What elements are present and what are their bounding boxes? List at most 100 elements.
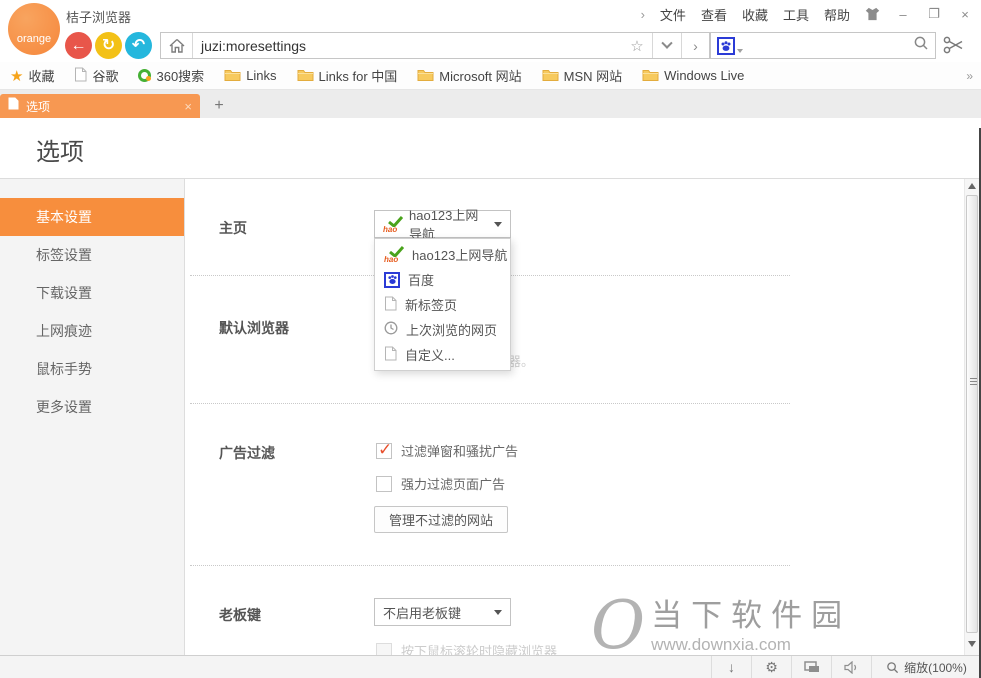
- home-icon[interactable]: [161, 33, 193, 58]
- bookmark-folder-msn[interactable]: MSN 网站: [542, 66, 623, 85]
- url-text[interactable]: juzi:moresettings: [193, 33, 622, 58]
- divider: [190, 565, 790, 566]
- hao123-icon: hao: [383, 216, 403, 233]
- content-area: 基本设置 标签设置 下载设置 上网痕迹 鼠标手势 更多设置 主页 hao hao…: [0, 179, 981, 655]
- bookmark-folder-windows-live[interactable]: Windows Live: [642, 68, 744, 84]
- bookmark-google[interactable]: 谷歌: [74, 66, 118, 85]
- default-browser-label: 默认浏览器: [219, 318, 289, 338]
- undo-close-button[interactable]: ↶: [125, 32, 152, 59]
- skin-shirt-icon[interactable]: [865, 7, 880, 21]
- search-icon[interactable]: [913, 35, 929, 56]
- download-icon[interactable]: ↓: [711, 656, 751, 678]
- vertical-scrollbar[interactable]: [964, 179, 979, 655]
- address-bar[interactable]: juzi:moresettings ☆ ›: [160, 32, 710, 59]
- hao123-icon: hao: [384, 246, 404, 263]
- clock-icon: [384, 321, 398, 338]
- dropdown-option-custom[interactable]: 自定义...: [375, 342, 510, 367]
- menu-favorites[interactable]: 收藏: [742, 5, 768, 24]
- maximize-icon[interactable]: ❐: [926, 6, 942, 22]
- folder-icon: [224, 68, 241, 84]
- bookmark-favorites[interactable]: ★ 收藏: [10, 66, 54, 85]
- page-icon: [384, 296, 397, 314]
- homepage-select[interactable]: hao hao123上网导航: [374, 210, 511, 238]
- tab-close-icon[interactable]: ×: [184, 99, 192, 114]
- folder-icon: [297, 68, 314, 84]
- window-title: 桔子浏览器: [66, 7, 131, 26]
- toolbar: ← ↻ ↶ juzi:moresettings ☆ ›: [0, 28, 981, 62]
- page-icon: [74, 67, 87, 85]
- dropdown-option-lastpage[interactable]: 上次浏览的网页: [375, 317, 510, 342]
- bookmark-folder-links-china[interactable]: Links for 中国: [297, 66, 398, 85]
- sidebar-item-traces[interactable]: 上网痕迹: [0, 312, 184, 350]
- magnifier-icon: [886, 661, 899, 674]
- gear-icon[interactable]: ⚙: [751, 656, 791, 678]
- bookmark-star-icon[interactable]: ☆: [622, 33, 652, 58]
- caret-down-icon: [494, 610, 502, 615]
- bookmarks-overflow-icon[interactable]: »: [966, 69, 973, 83]
- refresh-button[interactable]: ↻: [95, 32, 122, 59]
- bookmark-folder-microsoft[interactable]: Microsoft 网站: [417, 66, 521, 85]
- scroll-down-icon[interactable]: [968, 641, 976, 647]
- url-dropdown-icon[interactable]: [652, 33, 681, 58]
- menu-view[interactable]: 查看: [701, 5, 727, 24]
- search-input[interactable]: [710, 32, 936, 59]
- caret-down-icon: [494, 222, 502, 227]
- back-button[interactable]: ←: [65, 32, 92, 59]
- force-filter-checkbox[interactable]: 强力过滤页面广告: [376, 474, 505, 493]
- speaker-icon[interactable]: [831, 656, 871, 678]
- sidebar-item-tabs[interactable]: 标签设置: [0, 236, 184, 274]
- menu-file[interactable]: 文件: [660, 5, 686, 24]
- new-tab-button[interactable]: +: [208, 96, 230, 116]
- search-engine-selector[interactable]: [717, 37, 743, 55]
- hide-on-wheel-checkbox: 按下鼠标滚轮时隐藏浏览器: [376, 641, 557, 655]
- sidebar-item-basic[interactable]: 基本设置: [0, 198, 184, 236]
- checkbox-disabled-icon: [376, 643, 392, 656]
- homepage-label: 主页: [219, 218, 247, 238]
- sidebar-item-download[interactable]: 下载设置: [0, 274, 184, 312]
- tab-label: 选项: [26, 98, 177, 115]
- menu-bar: › 文件 查看 收藏 工具 帮助 – ❐ ×: [641, 0, 973, 28]
- filter-popups-checkbox[interactable]: 过滤弹窗和骚扰广告: [376, 441, 518, 460]
- tab-options[interactable]: 选项 ×: [0, 94, 200, 118]
- menu-tools[interactable]: 工具: [783, 5, 809, 24]
- menu-help[interactable]: 帮助: [824, 5, 850, 24]
- engine-caret-icon: [737, 49, 743, 53]
- baidu-paw-icon: [384, 272, 400, 288]
- scrollbar-grip: [970, 378, 977, 387]
- ring-icon: [138, 69, 151, 82]
- logo-label: orange: [17, 33, 51, 45]
- tab-page-icon: [8, 97, 19, 115]
- checkbox-unchecked-icon[interactable]: [376, 476, 392, 492]
- boss-key-select[interactable]: 不启用老板键: [374, 598, 511, 626]
- sidebar-item-gestures[interactable]: 鼠标手势: [0, 350, 184, 388]
- browser-window: orange 桔子浏览器 › 文件 查看 收藏 工具 帮助 – ❐ × ← ↻ …: [0, 0, 981, 678]
- star-icon: ★: [10, 67, 23, 85]
- boss-key-label: 老板键: [219, 605, 261, 625]
- zoom-control[interactable]: 缩放(100%): [871, 656, 981, 678]
- page-title: 选项: [36, 132, 84, 167]
- hidden-text-fragment: 器。: [508, 351, 534, 370]
- dropdown-option-hao123[interactable]: hao hao123上网导航: [375, 242, 510, 267]
- scissors-screenshot-icon[interactable]: [942, 35, 966, 60]
- dropdown-option-newtab[interactable]: 新标签页: [375, 292, 510, 317]
- title-bar: orange 桔子浏览器 › 文件 查看 收藏 工具 帮助 – ❐ ×: [0, 0, 981, 28]
- go-arrow-icon[interactable]: ›: [681, 33, 709, 58]
- settings-sidebar: 基本设置 标签设置 下载设置 上网痕迹 鼠标手势 更多设置: [0, 179, 185, 655]
- scroll-up-icon[interactable]: [968, 183, 976, 189]
- sidebar-item-more[interactable]: 更多设置: [0, 388, 184, 426]
- manage-unfiltered-sites-button[interactable]: 管理不过滤的网站: [374, 506, 508, 533]
- bookmark-360search[interactable]: 360搜索: [138, 66, 204, 85]
- dropdown-option-baidu[interactable]: 百度: [375, 267, 510, 292]
- menu-chevron-icon[interactable]: ›: [641, 7, 645, 22]
- folder-icon: [542, 68, 559, 84]
- baidu-paw-icon: [717, 37, 735, 55]
- checkbox-checked-icon[interactable]: [376, 443, 392, 459]
- bookmarks-bar: ★ 收藏 谷歌 360搜索 Links Links for 中国 Microso…: [0, 62, 981, 90]
- orange-logo[interactable]: orange: [8, 3, 60, 55]
- bookmark-folder-links[interactable]: Links: [224, 68, 276, 84]
- minimize-icon[interactable]: –: [895, 7, 911, 22]
- scrollbar-thumb[interactable]: [966, 195, 978, 633]
- close-icon[interactable]: ×: [957, 7, 973, 22]
- windows-layout-icon[interactable]: [791, 656, 831, 678]
- page-icon: [384, 346, 397, 364]
